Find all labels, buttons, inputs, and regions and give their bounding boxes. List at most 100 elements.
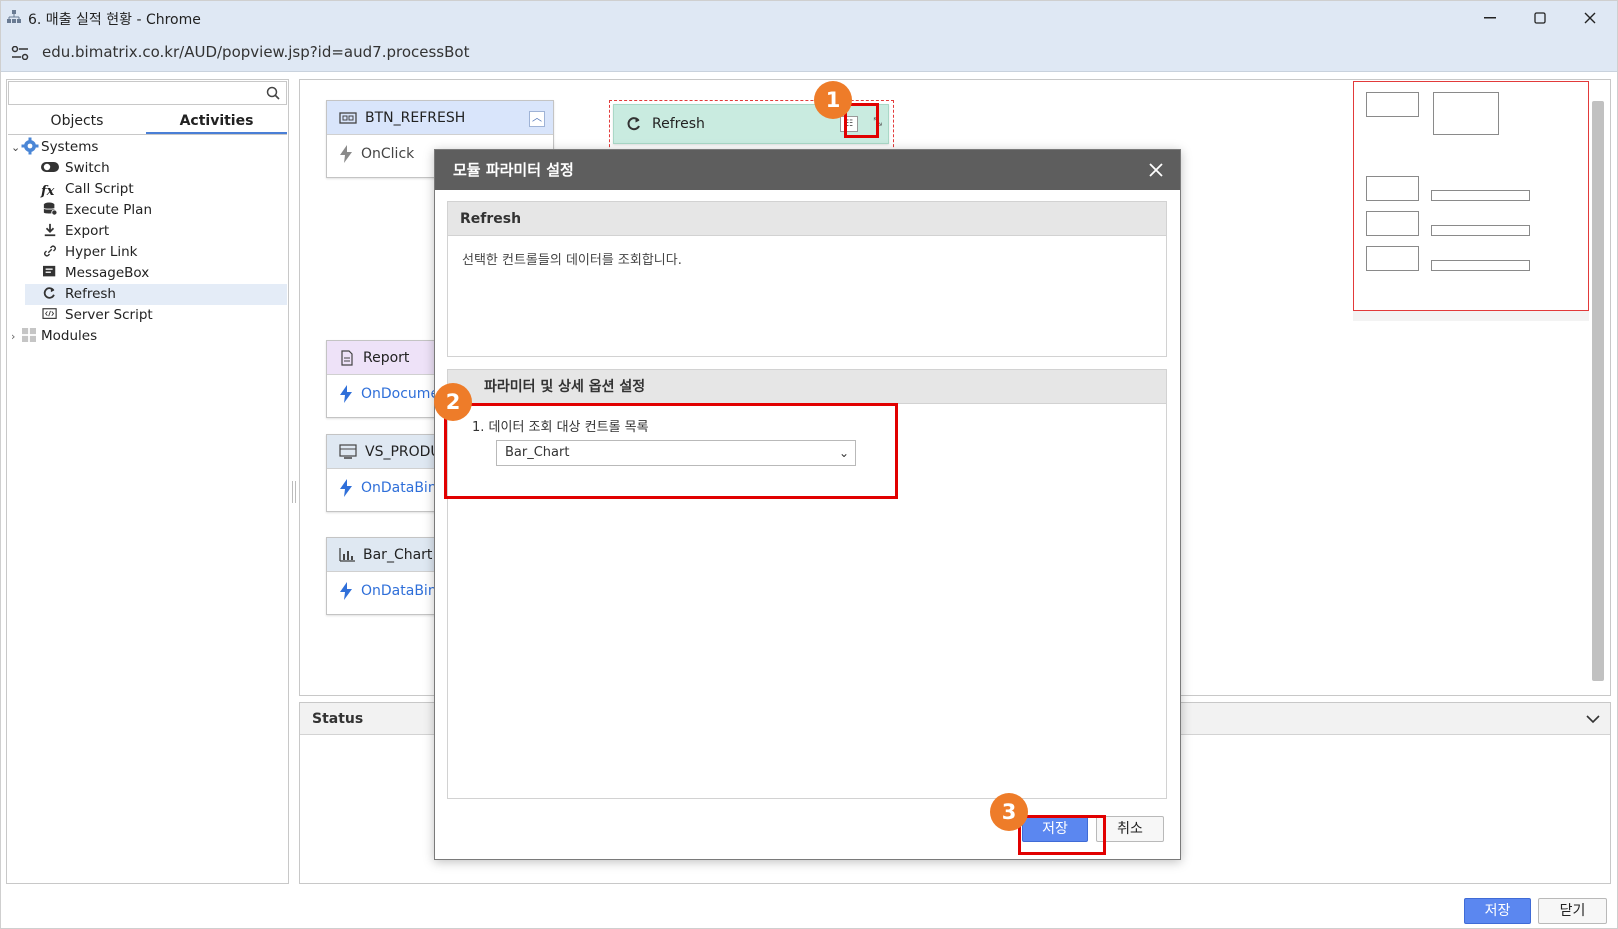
preview-box — [1431, 260, 1530, 271]
tree-item-refresh[interactable]: Refresh — [25, 284, 287, 305]
tree-item-execute-plan[interactable]: Execute Plan — [25, 200, 287, 221]
step-marker-3: 3 — [990, 793, 1028, 831]
tree-node-systems[interactable]: ⌄ Systems — [11, 137, 287, 158]
module-parameter-dialog: 모듈 파라미터 설정 Refresh 선택한 컨트롤들의 데이터를 조회합니다.… — [434, 149, 1181, 860]
preview-box — [1366, 246, 1419, 271]
parameter-label: 1. 데이터 조회 대상 컨트롤 목록 — [472, 420, 649, 435]
refresh-icon — [43, 287, 55, 299]
footer-close-button[interactable]: 닫기 — [1538, 898, 1607, 924]
tree-item-label: Export — [65, 223, 110, 239]
refresh-icon — [627, 117, 640, 131]
tab-activities[interactable]: Activities — [146, 110, 287, 134]
search-icon[interactable] — [266, 86, 280, 100]
tree-item-hyper-link[interactable]: Hyper Link — [25, 242, 287, 263]
target-control-select[interactable]: Bar_Chart ⌄ — [496, 440, 856, 466]
tree-item-label: Call Script — [65, 181, 134, 197]
tab-divider — [8, 134, 287, 135]
splitter-handle[interactable] — [292, 481, 296, 503]
link-icon — [44, 245, 56, 257]
grid-view-icon — [339, 443, 357, 459]
node-event: OnDataBinc — [361, 583, 445, 599]
minimize-icon — [1484, 16, 1496, 18]
section-header: 파라미터 및 상세 옵션 설정 — [448, 370, 1166, 404]
dialog-title: 모듈 파라미터 설정 — [453, 161, 574, 179]
title-bar: 6. 매출 실적 현황 - Chrome — [1, 1, 1617, 34]
node-title: BTN_REFRESH — [365, 109, 466, 126]
preview-box — [1433, 92, 1499, 135]
tree-item-call-script[interactable]: fx Call Script — [25, 179, 287, 200]
preview-box — [1431, 225, 1530, 236]
select-value: Bar_Chart — [505, 445, 570, 460]
sitemap-icon — [7, 10, 21, 23]
lightning-icon — [340, 385, 352, 403]
search-input[interactable] — [8, 81, 287, 105]
tree-item-label: Execute Plan — [65, 202, 152, 218]
database-icon — [43, 202, 58, 216]
step-marker-2: 2 — [434, 383, 472, 421]
maximize-icon — [1534, 11, 1546, 24]
maximize-button[interactable] — [1517, 1, 1563, 34]
chevron-down-icon[interactable]: ⌄ — [11, 137, 21, 158]
download-icon — [44, 223, 56, 237]
address-bar: edu.bimatrix.co.kr/AUD/popview.jsp?id=au… — [1, 34, 1617, 72]
node-event: OnDocume — [361, 386, 440, 402]
parameter-section: 파라미터 및 상세 옵션 설정 1. 데이터 조회 대상 컨트롤 목록 Bar_… — [447, 369, 1167, 799]
dialog-close-button[interactable] — [1142, 156, 1170, 184]
dialog-save-button[interactable]: 저장 — [1022, 816, 1088, 842]
minimize-button[interactable] — [1467, 1, 1513, 34]
vertical-scrollbar[interactable] — [1592, 101, 1604, 681]
dialog-cancel-button[interactable]: 취소 — [1096, 816, 1164, 842]
preview-box — [1431, 190, 1530, 201]
gear-icon — [21, 137, 39, 155]
left-panel: Objects Activities ⌄ Systems Switch fx Cal… — [6, 79, 289, 884]
preview-box — [1366, 211, 1419, 236]
tree-label-modules: Modules — [41, 328, 98, 344]
node-title: Report — [363, 349, 410, 366]
url-text[interactable]: edu.bimatrix.co.kr/AUD/popview.jsp?id=au… — [42, 43, 469, 61]
node-title: Refresh — [652, 116, 705, 132]
section-title: Refresh — [448, 202, 1166, 236]
site-settings-icon[interactable] — [11, 46, 29, 60]
close-icon — [1149, 163, 1163, 177]
footer-save-button[interactable]: 저장 — [1464, 898, 1531, 924]
grid-icon — [22, 328, 36, 342]
message-icon — [43, 265, 56, 277]
tree-item-switch[interactable]: Switch — [25, 158, 287, 179]
step-marker-1: 1 — [814, 81, 852, 119]
tree-item-messagebox[interactable]: MessageBox — [25, 263, 287, 284]
preview-box — [1366, 92, 1419, 117]
chevron-down-icon[interactable] — [1586, 714, 1600, 724]
code-icon — [42, 308, 57, 319]
tree-item-label: Server Script — [65, 307, 153, 323]
node-event: OnClick — [361, 146, 415, 162]
chevron-right-icon[interactable]: › — [11, 326, 21, 347]
parameter-settings-button[interactable]: ☷ — [840, 116, 858, 132]
tree-item-label: MessageBox — [65, 265, 150, 281]
layout-preview — [1353, 81, 1589, 321]
tree-item-label: Switch — [65, 160, 110, 176]
status-label: Status — [312, 711, 364, 727]
section-title: 파라미터 및 상세 옵션 설정 — [484, 379, 646, 395]
tree-item-export[interactable]: Export — [25, 221, 287, 242]
module-description: 선택한 컨트롤들의 데이터를 조회합니다. — [462, 253, 682, 268]
tree-item-server-script[interactable]: Server Script — [25, 305, 287, 326]
window-title: 6. 매출 실적 현황 - Chrome — [28, 12, 201, 28]
lightning-icon — [340, 479, 352, 497]
resize-icon[interactable]: ⤡ — [873, 115, 882, 129]
tab-objects[interactable]: Objects — [8, 110, 146, 134]
description-section: Refresh 선택한 컨트롤들의 데이터를 조회합니다. — [447, 201, 1167, 357]
preview-frame — [1353, 81, 1589, 311]
node-title: VS_PRODU — [365, 443, 441, 460]
bar-chart-icon — [339, 547, 355, 562]
tree-node-modules[interactable]: › Modules — [11, 326, 287, 347]
tree-item-label: Refresh — [65, 286, 116, 302]
close-icon — [1584, 12, 1596, 23]
tree-item-label: Hyper Link — [65, 244, 138, 260]
node-header[interactable]: BTN_REFRESH ︿ — [327, 101, 553, 135]
toggle-icon — [41, 162, 59, 172]
collapse-button[interactable]: ︿ — [529, 111, 545, 127]
close-window-button[interactable] — [1567, 1, 1613, 34]
browser-window: 6. 매출 실적 현황 - Chrome edu.bimatrix.co.kr/… — [0, 0, 1618, 929]
dialog-header: 모듈 파라미터 설정 — [435, 150, 1180, 190]
node-event: OnDataBinc — [361, 480, 445, 496]
